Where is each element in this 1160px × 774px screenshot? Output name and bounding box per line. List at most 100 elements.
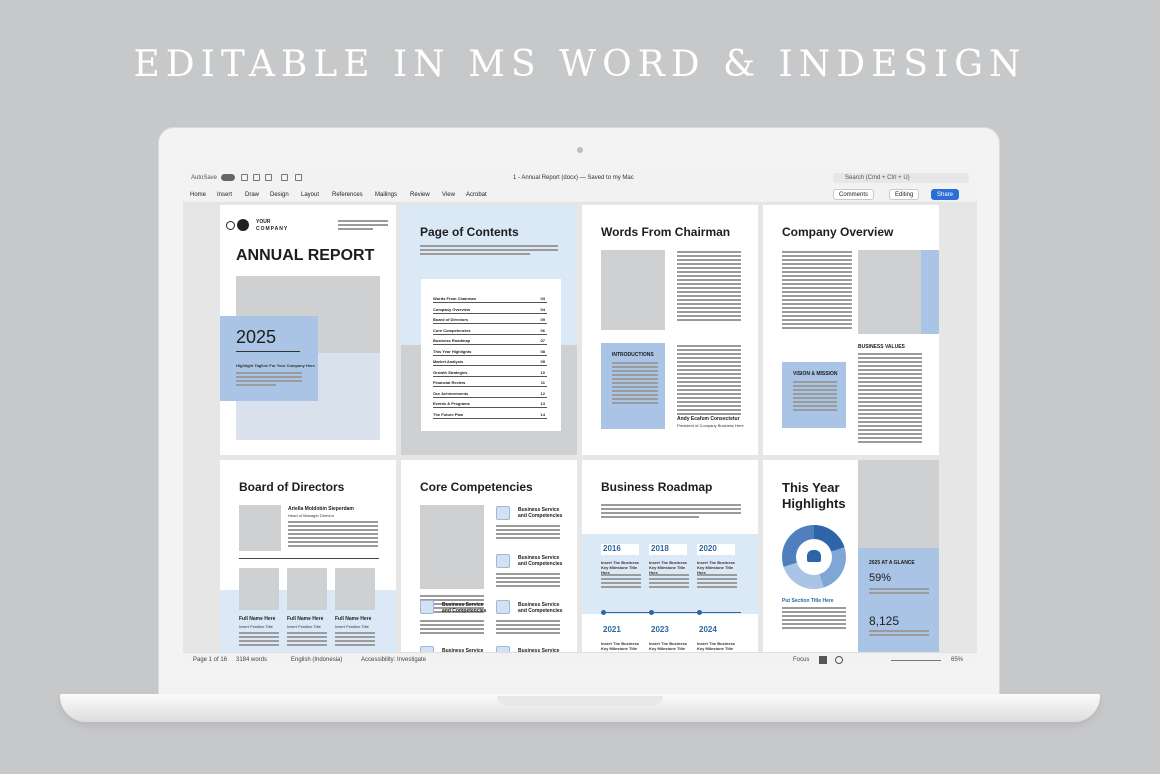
toc-row[interactable]: The Future Plan 14: [433, 409, 547, 419]
chairman-text-2: [677, 345, 741, 417]
contents-title: Page of Contents: [420, 225, 519, 239]
share-button[interactable]: Share: [931, 189, 960, 200]
page-board[interactable]: Board of Directors Ariella Moldobin Siep…: [220, 460, 396, 666]
document-title: 1 - Annual Report (docx) — Saved to my M…: [513, 175, 634, 181]
company-name-top: YOUR: [256, 219, 271, 225]
competency-text-4: [496, 620, 560, 636]
roadmap-intro: [601, 504, 741, 520]
language[interactable]: English (Indonesia): [291, 657, 342, 663]
timeline-dot: [601, 610, 606, 615]
toc-row[interactable]: Growth Strategies 10: [433, 367, 547, 377]
vision-text: [793, 381, 837, 413]
tab-view[interactable]: View: [442, 192, 455, 198]
roadmap-title: Business Roadmap: [601, 480, 713, 494]
search-placeholder: Search (Cmd + Ctrl + U): [845, 175, 910, 181]
toc-page-number: 11: [540, 380, 545, 385]
word-count[interactable]: 3184 words: [236, 657, 267, 663]
status-bar: Page 1 of 16 3184 words English (Indones…: [183, 652, 977, 666]
tab-design[interactable]: Design: [270, 192, 289, 198]
editing-button[interactable]: Editing: [889, 189, 920, 200]
roadmap-year-6: 2024: [697, 625, 735, 636]
roadmap-year-5: 2023: [649, 625, 687, 636]
zoom-level[interactable]: 65%: [951, 657, 963, 663]
toc-label: Growth Strategies: [433, 369, 468, 375]
cover-year: 2025: [236, 327, 277, 347]
autosave-toggle[interactable]: [221, 174, 235, 181]
redo-icon[interactable]: [281, 174, 288, 181]
toc-row[interactable]: Business Roadmap 07: [433, 335, 547, 345]
tab-acrobat[interactable]: Acrobat: [466, 192, 487, 198]
comments-button[interactable]: Comments: [833, 189, 875, 200]
tab-mailings[interactable]: Mailings: [375, 192, 397, 198]
document-area[interactable]: YOUR COMPANY ANNUAL REPORT 2025 Highligh…: [183, 203, 977, 666]
tab-review[interactable]: Review: [410, 192, 430, 198]
page-roadmap[interactable]: Business Roadmap 2016 2018 2020 Insert T…: [582, 460, 758, 666]
search-box[interactable]: Search (Cmd + Ctrl + U): [833, 173, 969, 183]
milestone-text-2: [649, 574, 689, 590]
tab-draw[interactable]: Draw: [245, 192, 259, 198]
board-title: Board of Directors: [239, 480, 345, 494]
toc-page-number: 13: [540, 401, 545, 406]
toc-row[interactable]: Events & Programs 13: [433, 398, 547, 408]
highlights-title-1: This Year: [782, 480, 840, 495]
tab-layout[interactable]: Layout: [301, 192, 319, 198]
cover-text: [236, 372, 302, 388]
toc-row[interactable]: Words From Chairman 03: [433, 293, 547, 303]
toc-row[interactable]: This Year Highlights 08: [433, 346, 547, 356]
toc-row[interactable]: Board of Directors 05: [433, 314, 547, 324]
web-layout-icon[interactable]: [835, 656, 843, 664]
tab-references[interactable]: References: [332, 192, 363, 198]
users-icon: [807, 550, 821, 562]
toc-label: Core Competencies: [433, 327, 471, 333]
toc-page-number: 06: [540, 327, 545, 333]
member-role-3: Insert Position Title: [335, 624, 369, 629]
save-icon[interactable]: [253, 174, 260, 181]
toc-row[interactable]: Market Analysis 09: [433, 356, 547, 366]
focus-button[interactable]: Focus: [793, 657, 809, 663]
chairman-photo: [601, 250, 665, 330]
undo-icon[interactable]: [265, 174, 272, 181]
pencil-icon: [496, 506, 510, 520]
director-text: [288, 521, 378, 549]
company-name-bottom: COMPANY: [256, 226, 289, 232]
director-name: Ariella Moldobin Sieperdam: [288, 506, 354, 512]
tab-insert[interactable]: Insert: [217, 192, 232, 198]
print-layout-icon[interactable]: [819, 656, 827, 664]
toc-row[interactable]: Financial Review 11: [433, 377, 547, 387]
member-photo-1: [239, 568, 279, 610]
page-overview[interactable]: Company Overview BUSINESS VALUES VISION …: [763, 205, 939, 455]
toc-row[interactable]: Our Achievements 12: [433, 388, 547, 398]
member-role-1: Insert Position Title: [239, 624, 273, 629]
page-count[interactable]: Page 1 of 16: [193, 657, 227, 663]
home-icon[interactable]: [241, 174, 248, 181]
glance-percent: 59%: [869, 572, 892, 584]
toc-label: Events & Programs: [433, 401, 470, 406]
word-window: AutoSave 1 - Annual Report (docx) — Save…: [183, 169, 977, 666]
toc-page-number: 04: [540, 306, 545, 312]
tab-home[interactable]: Home: [190, 192, 206, 198]
print-icon[interactable]: [295, 174, 302, 181]
page-highlights[interactable]: This Year Highlights Put Section Title H…: [763, 460, 939, 666]
accessibility[interactable]: Accessibility: Investigate: [361, 657, 426, 663]
toc-row[interactable]: Core Competencies 06: [433, 325, 547, 335]
zoom-slider[interactable]: [891, 660, 941, 661]
roadmap-year-2: 2018: [649, 544, 687, 555]
cover-title: ANNUAL REPORT: [236, 247, 375, 264]
toc-page-number: 14: [540, 411, 545, 417]
camera-icon: [577, 147, 583, 153]
member-photo-3: [335, 568, 375, 610]
business-values-label: BUSINESS VALUES: [858, 344, 905, 350]
toc-row[interactable]: Company Overview 04: [433, 304, 547, 314]
timeline-dot: [697, 610, 702, 615]
page-competencies[interactable]: Core Competencies Business Service and C…: [401, 460, 577, 666]
timeline-line: [601, 612, 741, 613]
page-chairman[interactable]: Words From Chairman INTRODUCTIONS Andy E…: [582, 205, 758, 455]
glance-text-1: [869, 588, 929, 596]
toc-label: This Year Highlights: [433, 348, 472, 354]
page-cover[interactable]: YOUR COMPANY ANNUAL REPORT 2025 Highligh…: [220, 205, 396, 455]
milestone-3: Insert The Business Key Milestone Title …: [697, 560, 736, 575]
page-contents[interactable]: Page of Contents Words From Chairman 03 Co…: [401, 205, 577, 455]
toc-label: The Future Plan: [433, 411, 464, 417]
milestone-text-3: [697, 574, 737, 590]
vision-label: VISION & MISSION: [793, 371, 838, 377]
